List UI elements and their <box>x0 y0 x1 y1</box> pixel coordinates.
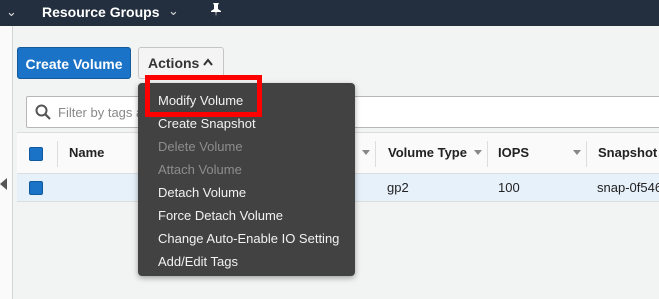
chevron-down-icon[interactable]: ⌄ <box>168 3 179 19</box>
menu-item-detach-volume[interactable]: Detach Volume <box>158 185 246 200</box>
menu-item-delete-volume: Delete Volume <box>158 139 243 154</box>
resource-groups-menu[interactable]: Resource Groups <box>42 4 159 20</box>
column-separator <box>375 141 376 167</box>
column-separator <box>487 141 488 167</box>
actions-label: Actions <box>148 55 200 71</box>
menu-item-force-detach-volume[interactable]: Force Detach Volume <box>158 208 283 223</box>
menu-item-create-snapshot[interactable]: Create Snapshot <box>158 116 256 131</box>
sort-icon[interactable] <box>474 150 482 155</box>
menu-item-change-auto-enable-io[interactable]: Change Auto-Enable IO Setting <box>158 231 339 246</box>
collapse-left-icon[interactable] <box>0 178 8 190</box>
filter-placeholder: Filter by tags a <box>58 105 144 120</box>
row-checkbox[interactable] <box>29 181 43 195</box>
column-header-name[interactable]: Name <box>69 145 104 160</box>
chevron-up-icon <box>203 58 213 66</box>
sidebar-collapsed <box>0 26 13 299</box>
cell-snapshot: snap-0f546 <box>597 180 659 195</box>
column-separator <box>57 141 58 167</box>
column-separator <box>586 141 587 167</box>
column-header-snapshot[interactable]: Snapshot <box>598 145 657 160</box>
column-header-iops[interactable]: IOPS <box>498 145 529 160</box>
create-volume-button[interactable]: Create Volume <box>17 47 131 79</box>
select-all-checkbox[interactable] <box>29 147 43 161</box>
sort-icon[interactable] <box>573 150 581 155</box>
column-header-volume-type[interactable]: Volume Type <box>388 145 467 160</box>
menu-item-add-edit-tags[interactable]: Add/Edit Tags <box>158 254 238 269</box>
cell-volume-type: gp2 <box>387 180 409 195</box>
pin-icon[interactable] <box>209 2 223 21</box>
cell-iops: 100 <box>498 180 520 195</box>
sort-icon[interactable] <box>362 150 370 155</box>
top-nav-bar: ⌄ Resource Groups ⌄ <box>0 0 659 26</box>
chevron-down-icon[interactable]: ⌄ <box>6 4 17 20</box>
highlight-box <box>145 75 262 117</box>
search-icon <box>35 104 51 120</box>
menu-item-attach-volume: Attach Volume <box>158 162 242 177</box>
